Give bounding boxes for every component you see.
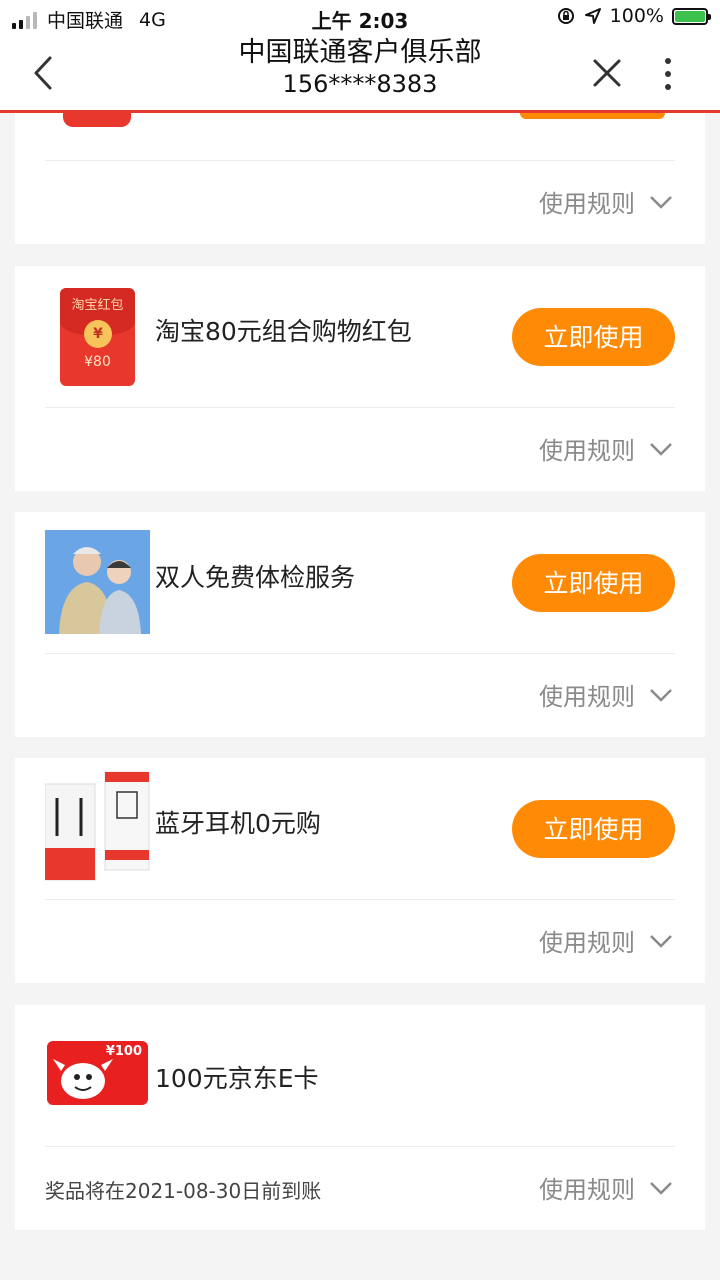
more-vertical-icon[interactable] (656, 54, 680, 94)
item-name: 蓝牙耳机0元购 (155, 809, 321, 838)
envelope-label: 淘宝红包 (71, 298, 124, 313)
page-title: 中国联通客户俱乐部 (238, 37, 482, 68)
arrival-note: 奖品将在2021-08-30日前到账 (45, 1179, 322, 1203)
rules-label: 使用规则 (539, 929, 635, 957)
rules-label: 使用规则 (539, 683, 635, 711)
taobao-red-envelope-icon: 淘宝红包 ¥ ¥80 (60, 288, 135, 386)
card-amount: ¥100 (105, 1044, 142, 1059)
page-subtitle: 156****8383 (282, 70, 438, 98)
close-icon[interactable] (590, 56, 624, 90)
prize-card: 使用规则 (15, 113, 705, 244)
chevron-down-icon (650, 934, 672, 948)
chevron-down-icon (650, 688, 672, 702)
use-now-button[interactable]: 立即使用 (512, 554, 675, 612)
rules-label: 使用规则 (539, 1176, 635, 1204)
chevron-down-icon (650, 195, 672, 209)
envelope-amount: ¥80 (84, 354, 111, 370)
battery-percent: 100% (609, 5, 664, 27)
rules-toggle[interactable]: 使用规则 (539, 184, 673, 219)
use-now-button[interactable]: 立即使用 (512, 308, 675, 366)
chevron-down-icon (650, 1181, 672, 1195)
prize-card: ¥100 100元京东E卡 奖品将在2021-08-30日前到账 使用规则 (15, 1005, 705, 1230)
prize-card: 淘宝红包 ¥ ¥80 淘宝80元组合购物红包 立即使用 使用规则 (15, 266, 705, 491)
prize-card: 双人免费体检服务 立即使用 使用规则 (15, 512, 705, 737)
battery-icon (672, 7, 711, 25)
rules-toggle[interactable]: 使用规则 (539, 923, 673, 958)
status-bar: 中国联通 4G 上午 2:03 100% (0, 0, 720, 36)
nav-title-block: 中国联通客户俱乐部 156****8383 (150, 36, 570, 99)
envelope-coin: ¥ (84, 320, 112, 348)
use-button-partial[interactable] (520, 113, 665, 119)
jd-card-icon: ¥100 (47, 1041, 148, 1105)
rules-label: 使用规则 (539, 190, 635, 218)
rules-toggle[interactable]: 使用规则 (539, 431, 673, 466)
item-name: 淘宝80元组合购物红包 (155, 317, 412, 346)
elderly-couple-photo (45, 530, 150, 634)
orientation-lock-icon (557, 8, 574, 24)
status-right: 100% (556, 5, 711, 27)
item-name: 双人免费体检服务 (155, 563, 356, 592)
rules-label: 使用规则 (539, 437, 635, 465)
red-envelope-icon (63, 113, 131, 127)
prize-card: 蓝牙耳机0元购 立即使用 使用规则 (15, 758, 705, 983)
rules-toggle[interactable]: 使用规则 (539, 677, 673, 712)
use-now-button[interactable]: 立即使用 (512, 800, 675, 858)
nav-bar: 中国联通客户俱乐部 156****8383 (0, 36, 720, 113)
location-arrow-icon (584, 8, 601, 24)
item-name: 100元京东E卡 (155, 1064, 319, 1093)
rules-toggle[interactable]: 使用规则 (539, 1170, 673, 1205)
chevron-down-icon (650, 442, 672, 456)
bluetooth-earphones-box-icon (45, 771, 150, 881)
back-arrow-icon[interactable] (26, 54, 62, 92)
